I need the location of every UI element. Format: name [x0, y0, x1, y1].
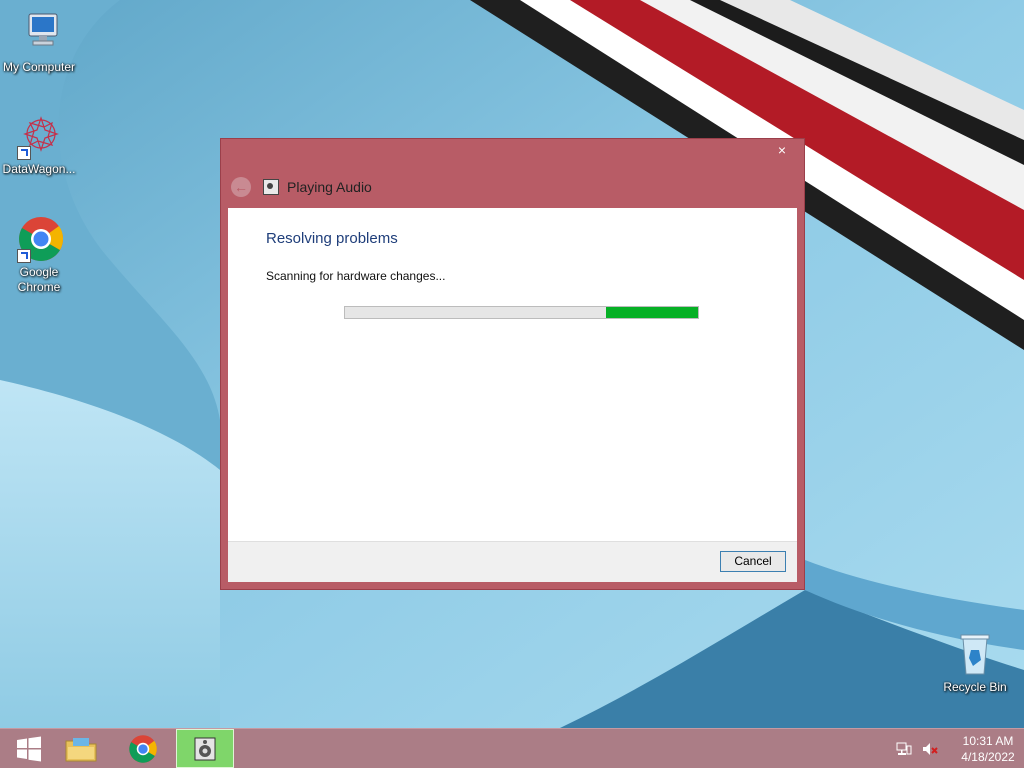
desktop-icon-recycle-bin[interactable]: Recycle Bin [937, 630, 1013, 695]
progress-bar [344, 306, 699, 319]
cancel-button[interactable]: Cancel [720, 551, 786, 572]
computer-icon [15, 10, 63, 58]
back-arrow-icon: ← [234, 179, 248, 195]
title-bar: ← Playing Audio [231, 176, 372, 198]
datawagon-icon [15, 112, 63, 160]
desktop-icon-my-computer[interactable]: My Computer [1, 10, 77, 75]
clock[interactable]: 10:31 AM 4/18/2022 [952, 733, 1024, 765]
desktop-icon-label: Recycle Bin [943, 680, 1007, 694]
desktop-icon-label: My Computer [2, 60, 76, 74]
volume-muted-icon[interactable] [922, 742, 938, 756]
taskbar-file-explorer[interactable] [52, 729, 110, 768]
wizard-content: Resolving problems Scanning for hardware… [228, 208, 797, 582]
progress-fill [606, 307, 698, 318]
system-tray: 10:31 AM 4/18/2022 [886, 729, 1024, 768]
speaker-app-icon [263, 179, 279, 195]
shortcut-arrow-icon [17, 249, 31, 263]
desktop-icon-label: DataWagon... [2, 162, 76, 176]
desktop-icon-google-chrome[interactable]: Google Chrome [1, 215, 77, 295]
recycle-bin-icon [951, 630, 999, 678]
troubleshooter-window: × ← Playing Audio Resolving problems Sca… [220, 138, 805, 590]
taskbar: 10:31 AM 4/18/2022 [0, 728, 1024, 768]
troubleshooter-icon [194, 737, 216, 760]
page-heading: Resolving problems [266, 230, 398, 247]
dialog-footer: Cancel [228, 541, 797, 582]
windows-logo-icon [17, 736, 41, 761]
taskbar-chrome[interactable] [114, 729, 172, 768]
close-button[interactable]: × [767, 139, 797, 161]
chrome-icon [129, 734, 157, 763]
shortcut-arrow-icon [17, 146, 31, 160]
chrome-icon [15, 215, 64, 263]
window-title: Playing Audio [287, 179, 372, 195]
network-icon[interactable] [896, 742, 912, 756]
back-button[interactable]: ← [231, 177, 251, 197]
taskbar-troubleshooter[interactable] [176, 729, 234, 768]
desktop-icon-datawagon[interactable]: DataWagon... [1, 112, 77, 177]
clock-time: 10:31 AM [962, 733, 1014, 748]
status-text: Scanning for hardware changes... [266, 269, 446, 283]
desktop-icon-label: Google Chrome [17, 265, 61, 294]
close-icon: × [777, 142, 787, 158]
start-button[interactable] [0, 729, 58, 768]
clock-date: 4/18/2022 [961, 749, 1015, 764]
folder-icon [65, 737, 97, 761]
